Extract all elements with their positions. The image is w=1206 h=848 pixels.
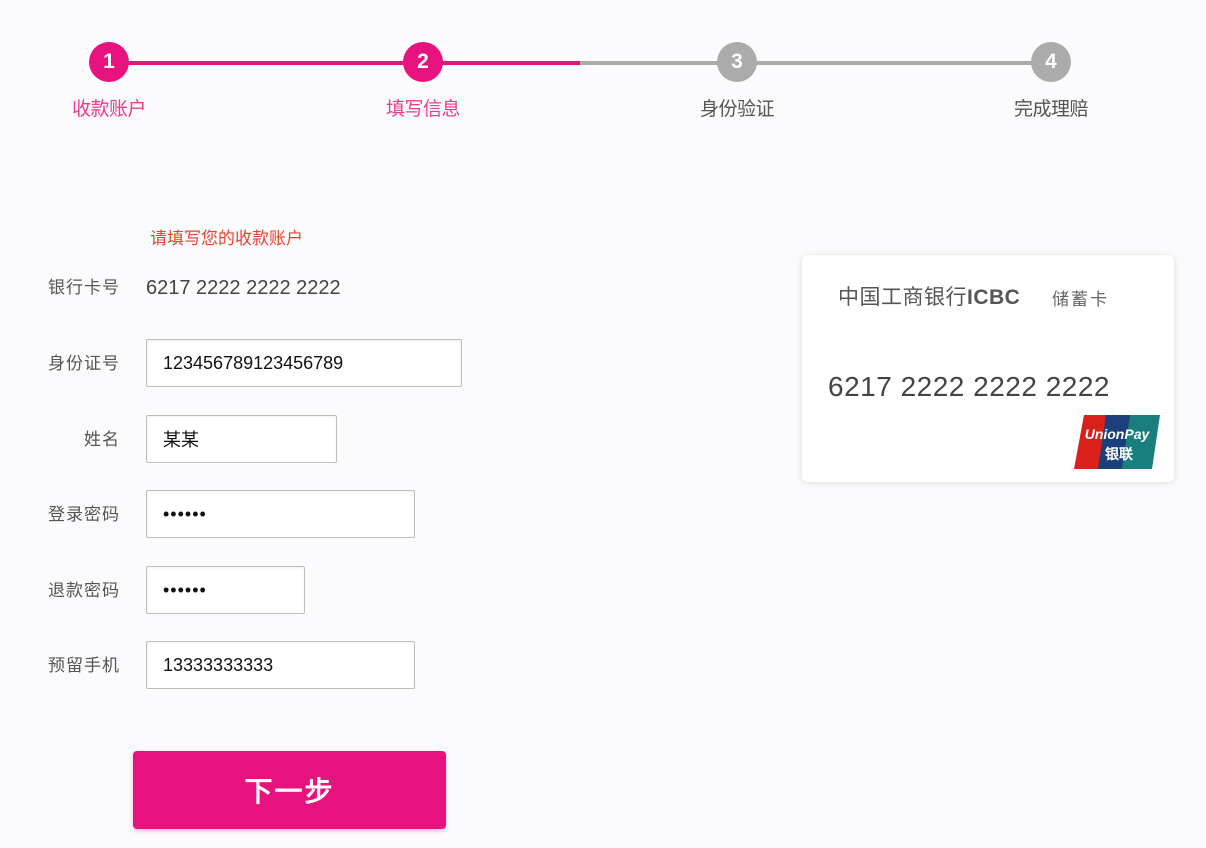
step-4-circle: 4 [1031,42,1071,82]
unionpay-logo-icon: UnionPay 银联 [1074,415,1160,469]
id-number-row: 身份证号 [0,339,600,389]
id-number-input[interactable] [146,339,462,387]
step-2-circle: 2 [403,42,443,82]
name-row: 姓名 [0,415,600,465]
card-number-display: 6217 2222 2222 2222 [828,371,1110,402]
card-number-row: 银行卡号 6217 2222 2222 2222 [0,263,600,313]
step-2-label: 填写信息 [385,98,461,120]
card-type: 储蓄卡 [1052,290,1109,310]
name-label: 姓名 [84,430,120,450]
step-1-circle: 1 [89,42,129,82]
id-number-label: 身份证号 [48,354,120,374]
step-3-label: 身份验证 [699,98,775,120]
refund-password-row: 退款密码 [0,566,600,616]
form-hint: 请填写您的收款账户 [150,229,303,249]
phone-input[interactable] [146,641,415,689]
refund-password-input[interactable] [146,566,305,614]
login-password-input[interactable] [146,490,415,538]
step-connector-todo [580,61,1050,65]
next-step-button[interactable]: 下一步 [133,751,446,829]
card-bank-name-cn: 中国工商银行 [838,285,967,309]
progress-stepper: 1 2 3 4 收款账户 填写信息 身份验证 完成理赔 [0,0,1206,140]
step-connector-done [110,61,580,65]
step-4-label: 完成理赔 [1013,98,1089,120]
unionpay-logo-text: UnionPay [1085,426,1151,442]
login-password-row: 登录密码 [0,490,600,540]
card-number-value: 6217 2222 2222 2222 [146,277,341,299]
bank-card-preview: 中国工商银行ICBC 储蓄卡 6217 2222 2222 2222 Union… [802,255,1174,482]
card-bank-abbr: ICBC [967,286,1021,309]
login-password-label: 登录密码 [48,505,120,525]
phone-label: 预留手机 [48,656,120,676]
phone-row: 预留手机 [0,641,600,691]
step-3-circle: 3 [717,42,757,82]
unionpay-logo-text-cn: 银联 [1105,446,1134,463]
refund-password-label: 退款密码 [48,581,120,601]
claim-form-page: 1 2 3 4 收款账户 填写信息 身份验证 完成理赔 请填写您的收款账户 银行… [0,0,1206,848]
card-bank-name: 中国工商银行ICBC [838,281,1020,311]
step-1-label: 收款账户 [71,98,147,120]
card-number-label: 银行卡号 [48,278,120,298]
name-input[interactable] [146,415,337,463]
